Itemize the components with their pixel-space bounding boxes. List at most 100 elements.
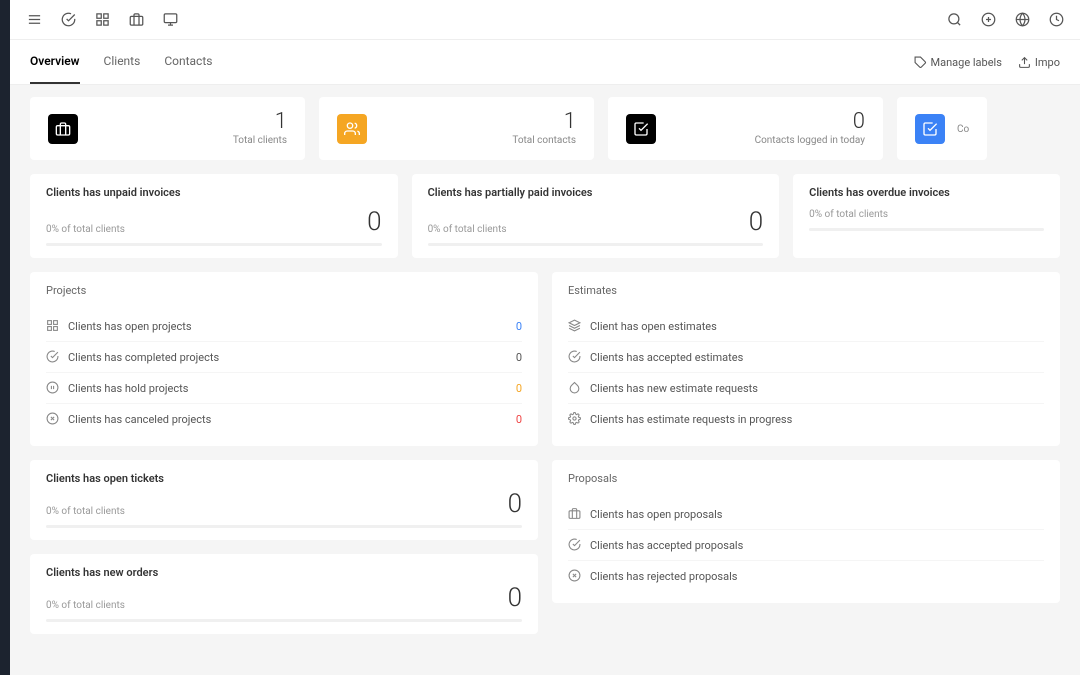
list-item-label: Client has open estimates xyxy=(590,320,717,333)
list-item-label: Clients has canceled projects xyxy=(68,413,211,426)
tab-contacts[interactable]: Contacts xyxy=(164,40,212,84)
stat-label: Co xyxy=(957,124,969,135)
stat-card[interactable]: 1 Total clients xyxy=(30,97,305,160)
check-circle-icon xyxy=(568,538,582,552)
users-icon xyxy=(337,114,367,144)
invoice-progress xyxy=(46,243,382,246)
list-item-value: 0 xyxy=(516,351,522,364)
list-item[interactable]: Clients has rejected proposals xyxy=(568,561,1044,591)
invoice-title: Clients has unpaid invoices xyxy=(46,186,382,199)
list-item-label: Clients has completed projects xyxy=(68,351,219,364)
invoice-sub: 0% of total clients xyxy=(809,209,888,220)
invoice-progress xyxy=(428,243,764,246)
check-square-icon xyxy=(915,114,945,144)
list-item[interactable]: Clients has open projects0 xyxy=(46,311,522,342)
list-item[interactable]: Clients has hold projects 0 xyxy=(46,373,522,404)
menu-icon[interactable] xyxy=(26,12,42,28)
import-button[interactable]: Impo xyxy=(1018,56,1060,69)
orders-sub: 0% of total clients xyxy=(46,600,125,611)
monitor-icon[interactable] xyxy=(162,12,178,28)
clock-icon[interactable] xyxy=(1048,12,1064,28)
sidebar xyxy=(0,0,10,675)
import-label: Impo xyxy=(1035,56,1060,69)
invoice-sub: 0% of total clients xyxy=(428,224,507,235)
x-circle-icon xyxy=(568,569,582,583)
stat-card[interactable]: 0 Contacts logged in today xyxy=(608,97,883,160)
tickets-sub: 0% of total clients xyxy=(46,506,125,517)
package-icon xyxy=(568,319,582,333)
check-square-icon xyxy=(626,114,656,144)
invoice-title: Clients has overdue invoices xyxy=(809,186,1044,199)
globe-icon[interactable] xyxy=(1014,12,1030,28)
check-circle-icon xyxy=(568,350,582,364)
orders-title: Clients has new orders xyxy=(46,566,522,579)
proposals-panel: Proposals Clients has open proposals Cli… xyxy=(552,460,1060,603)
stat-label: Total contacts xyxy=(512,135,576,146)
invoice-title: Clients has partially paid invoices xyxy=(428,186,764,199)
stat-label: Contacts logged in today xyxy=(755,135,865,146)
stat-value: 1 xyxy=(233,111,287,133)
list-item-value: 0 xyxy=(516,413,522,426)
projects-panel: Projects Clients has open projects0 Clie… xyxy=(30,272,538,446)
tab-clients[interactable]: Clients xyxy=(104,40,141,84)
briefcase-icon xyxy=(568,507,582,521)
stat-card[interactable]: Co xyxy=(897,97,987,160)
list-item-label: Clients has hold projects xyxy=(68,382,188,395)
list-item[interactable]: Clients has open proposals xyxy=(568,499,1044,530)
invoice-card[interactable]: Clients has overdue invoices 0% of total… xyxy=(793,174,1060,258)
tickets-value: 0 xyxy=(508,491,522,517)
x-circle-icon xyxy=(46,412,60,426)
pause-circle-icon xyxy=(46,381,60,395)
grid-icon[interactable] xyxy=(94,12,110,28)
list-item[interactable]: Clients has estimate requests in progres… xyxy=(568,404,1044,434)
projects-title: Projects xyxy=(46,284,522,297)
droplet-icon xyxy=(568,381,582,395)
list-item[interactable]: Clients has accepted proposals xyxy=(568,530,1044,561)
tabs-bar: Overview Clients Contacts Manage labels Im… xyxy=(10,40,1080,85)
list-item-label: Clients has estimate requests in progres… xyxy=(590,413,792,426)
list-item-label: Clients has accepted proposals xyxy=(590,539,743,552)
stat-value: 0 xyxy=(755,111,865,133)
invoice-progress xyxy=(809,228,1044,231)
invoice-sub: 0% of total clients xyxy=(46,224,125,235)
invoice-card[interactable]: Clients has unpaid invoices 0% of total … xyxy=(30,174,398,258)
invoice-value: 0 xyxy=(367,209,381,235)
invoice-value: 0 xyxy=(749,209,763,235)
list-item-value: 0 xyxy=(516,320,522,333)
orders-value: 0 xyxy=(508,585,522,611)
stat-label: Total clients xyxy=(233,135,287,146)
orders-card: Clients has new orders 0% of total clien… xyxy=(30,554,538,634)
manage-labels-button[interactable]: Manage labels xyxy=(914,56,1002,69)
list-item-label: Clients has new estimate requests xyxy=(590,382,758,395)
add-icon[interactable] xyxy=(980,12,996,28)
invoice-card[interactable]: Clients has partially paid invoices 0% o… xyxy=(412,174,780,258)
topbar xyxy=(10,0,1080,40)
list-item[interactable]: Clients has accepted estimates xyxy=(568,342,1044,373)
manage-labels-label: Manage labels xyxy=(931,56,1002,69)
orders-progress xyxy=(46,619,522,622)
search-icon[interactable] xyxy=(946,12,962,28)
tickets-card: Clients has open tickets 0% of total cli… xyxy=(30,460,538,540)
list-item-value: 0 xyxy=(516,382,522,395)
stat-value: 1 xyxy=(512,111,576,133)
list-item-label: Clients has accepted estimates xyxy=(590,351,743,364)
briefcase-icon xyxy=(48,114,78,144)
check-circle-icon xyxy=(46,350,60,364)
stat-card[interactable]: 1 Total contacts xyxy=(319,97,594,160)
list-item[interactable]: Clients has new estimate requests xyxy=(568,373,1044,404)
check-icon[interactable] xyxy=(60,12,76,28)
list-item[interactable]: Clients has completed projects 0 xyxy=(46,342,522,373)
proposals-title: Proposals xyxy=(568,472,1044,485)
list-item[interactable]: Clients has canceled projects 0 xyxy=(46,404,522,434)
estimates-panel: Estimates Client has open estimates Clie… xyxy=(552,272,1060,446)
settings-icon xyxy=(568,412,582,426)
tab-overview[interactable]: Overview xyxy=(30,40,80,84)
list-item-label: Clients has open proposals xyxy=(590,508,723,521)
briefcase-icon[interactable] xyxy=(128,12,144,28)
list-item-label: Clients has rejected proposals xyxy=(590,570,737,583)
grid-icon xyxy=(46,319,60,333)
estimates-title: Estimates xyxy=(568,284,1044,297)
main-content: Overview Clients Contacts Manage labels Im… xyxy=(10,0,1080,675)
tickets-progress xyxy=(46,525,522,528)
list-item[interactable]: Client has open estimates xyxy=(568,311,1044,342)
